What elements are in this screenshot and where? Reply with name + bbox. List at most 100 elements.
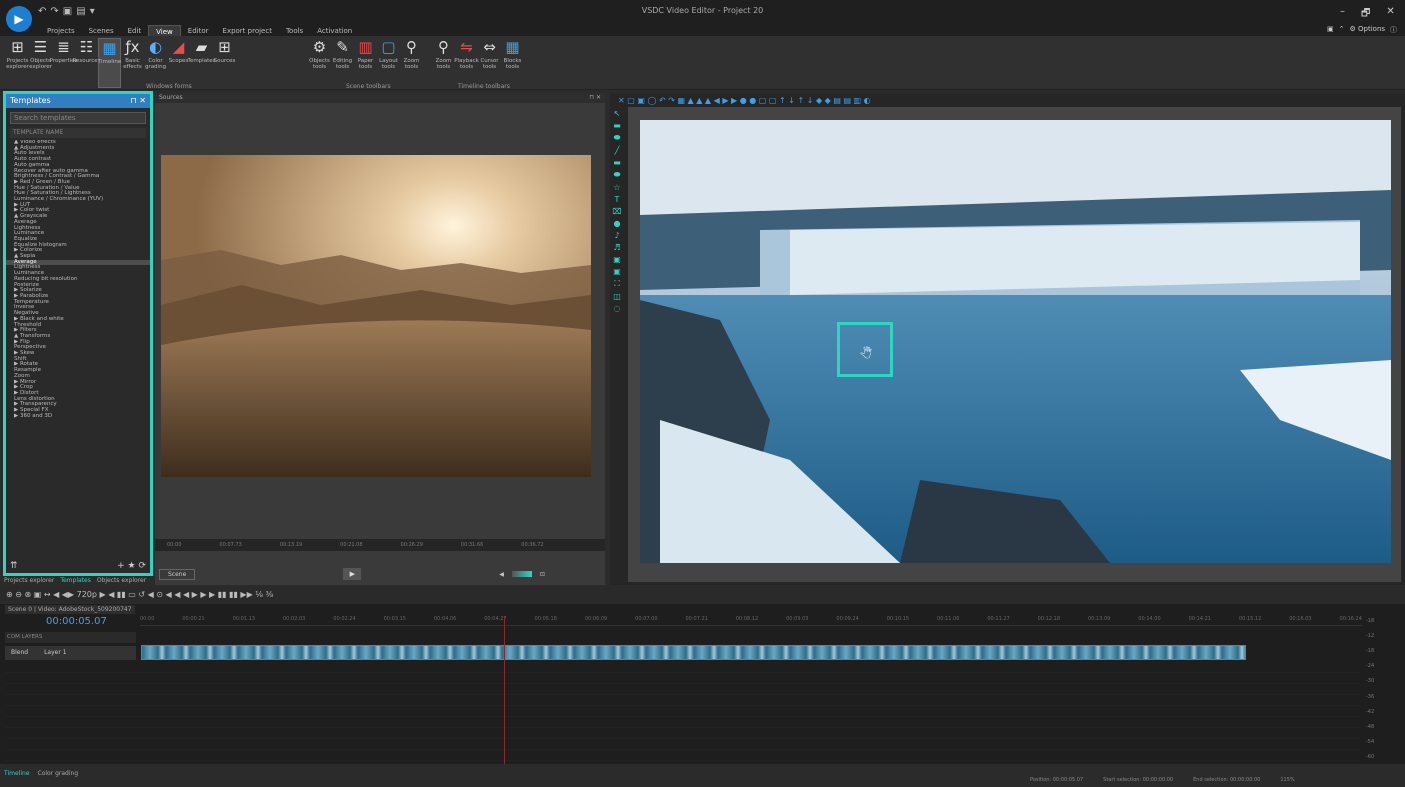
- chevron-up-icon[interactable]: ⌃: [1339, 25, 1345, 35]
- object-tool-icon[interactable]: ♪: [614, 231, 619, 240]
- editing-tools-button[interactable]: ✎ Editing tools: [331, 38, 354, 88]
- volume-slider[interactable]: [511, 571, 532, 577]
- object-tool-icon[interactable]: ▣: [613, 267, 621, 276]
- templates-button[interactable]: ▰ Templates: [187, 38, 216, 88]
- zoom-tools-button[interactable]: ⚲ Zoom tools: [400, 38, 423, 88]
- object-tool-icon[interactable]: ♬: [613, 243, 620, 252]
- add-icon[interactable]: +: [117, 561, 125, 571]
- volume-icon[interactable]: ◀: [499, 571, 504, 578]
- sources-button[interactable]: ⊞ Sources: [213, 38, 236, 88]
- pen-icon: ✎: [336, 38, 349, 56]
- object-tool-icon[interactable]: ◌: [614, 304, 621, 313]
- button-label: Templates: [187, 58, 216, 64]
- tab-timeline[interactable]: Timeline: [4, 770, 30, 777]
- playback-tools-button[interactable]: ⇋ Playback tools: [454, 38, 479, 88]
- button-label: Layout tools: [379, 58, 398, 70]
- object-tool-icon[interactable]: ▣: [613, 255, 621, 264]
- monitor-icon[interactable]: ⊡: [540, 571, 545, 578]
- playhead[interactable]: [504, 616, 505, 764]
- timecode-display: 00:00:05.07: [46, 616, 107, 627]
- tab-templates[interactable]: Templates: [60, 577, 91, 584]
- template-tree-item[interactable]: ▶ 360 and 3D: [6, 413, 150, 420]
- status-bar: Position: 00:00:05.07 Start selection: 0…: [1030, 777, 1295, 783]
- options-button[interactable]: ⚙ Options: [1350, 25, 1386, 35]
- cursor-tools-button[interactable]: ⇔ Cursor tools: [478, 38, 501, 88]
- layer-row[interactable]: Blend Layer 1: [5, 646, 136, 660]
- scene-toolbar[interactable]: ✕ ▢ ▣ ◯ ↶ ↷ ▦ ▲ ▲ ▲ ◀ ▶ ▶ ● ● ▢ ▢ ↑ ↓ ↑ …: [610, 93, 1405, 107]
- object-tool-icon[interactable]: ◫: [613, 292, 621, 301]
- template-search-input[interactable]: Search templates: [10, 112, 146, 124]
- scene-tab[interactable]: Scene 0: [8, 606, 32, 613]
- scene-editor-panel: ✕ ▢ ▣ ◯ ↶ ↷ ▦ ▲ ▲ ▲ ◀ ▶ ▶ ● ● ▢ ▢ ↑ ↓ ↑ …: [610, 93, 1405, 585]
- pin-close-icon[interactable]: ⊓ ✕: [131, 96, 147, 106]
- window-title: VSDC Video Editor - Project 20: [641, 6, 764, 15]
- refresh-icon[interactable]: ⟳: [138, 561, 146, 571]
- sources-ruler[interactable]: 00:00 00:07.73 00:13.19 00:21.08 00:26.2…: [155, 539, 605, 551]
- video-clip[interactable]: [141, 645, 1246, 660]
- object-tool-icon[interactable]: ⬬: [614, 133, 621, 143]
- button-label: Editing tools: [332, 58, 353, 70]
- timeline-tracks[interactable]: [5, 662, 1360, 762]
- collapse-icon[interactable]: ⇈: [10, 561, 18, 571]
- timeline-ruler-tick: 00:02.24: [333, 616, 356, 622]
- object-tool-icon[interactable]: ⛶: [614, 279, 620, 289]
- star-icon[interactable]: ★: [128, 561, 136, 571]
- close-button[interactable]: ✕: [1386, 6, 1394, 23]
- scene-dropdown[interactable]: Scene: [159, 568, 196, 580]
- playback-icon: ⇋: [460, 38, 473, 56]
- timeline-panel: Scene 0 | Video: AdobeStock_509200747 00…: [0, 604, 1405, 764]
- resources-button[interactable]: ☷ Resources: [72, 38, 100, 88]
- composition-row: COM LAYERS: [5, 632, 136, 643]
- timeline-icon: ▦: [102, 39, 117, 57]
- templates-panel: Templates ⊓ ✕ Search templates TEMPLATE …: [3, 91, 153, 576]
- maximize-button[interactable]: 🗗: [1361, 6, 1370, 23]
- object-tool-icon[interactable]: ↖: [614, 109, 621, 118]
- blocks-tools-button[interactable]: ▦ Blocks tools: [501, 38, 524, 88]
- color-grading-button[interactable]: ◐ Color grading: [144, 38, 167, 88]
- paper-tools-button[interactable]: ▥ Paper tools: [354, 38, 377, 88]
- tab-color-grading[interactable]: Color grading: [38, 770, 79, 777]
- timeline-button[interactable]: ▦ Timeline: [98, 38, 121, 88]
- timeline-ruler-tick: 00:03.15: [383, 616, 406, 622]
- help-icon[interactable]: ⓘ: [1390, 25, 1397, 35]
- object-tool-icon[interactable]: ▬: [613, 158, 621, 167]
- color-grading-icon: ◐: [148, 38, 163, 56]
- object-tool-icon[interactable]: ╱: [615, 146, 620, 155]
- projects-explorer-button[interactable]: ⊞ Projects explorer: [6, 38, 29, 88]
- tab-projects-explorer[interactable]: Projects explorer: [4, 577, 54, 584]
- templates-footer: ⇈ + ★ ⟳: [10, 561, 146, 571]
- object-tool-icon[interactable]: ▬: [613, 121, 621, 130]
- timeline-zoom-tools-button[interactable]: ⚲ Zoom tools: [432, 38, 455, 88]
- timeline-ruler-tick: 00:01.13: [232, 616, 256, 622]
- timeline-ruler-tick: 00:09.24: [836, 616, 859, 622]
- objects-tools-button[interactable]: ⚙ Objects tools: [308, 38, 331, 88]
- object-tool-icon[interactable]: ☆: [613, 183, 620, 192]
- pin-close-icon[interactable]: ⊓ ✕: [589, 94, 601, 102]
- vu-scale-label: -18: [1366, 618, 1375, 624]
- objects-explorer-button[interactable]: ☰ Objects explorer: [29, 38, 52, 88]
- tab-objects-explorer[interactable]: Objects explorer: [97, 577, 146, 584]
- scene-toolbars-group: ⚙ Objects tools ✎ Editing tools ▥ Paper too…: [308, 38, 423, 91]
- template-name-column-header[interactable]: TEMPLATE NAME: [10, 128, 146, 138]
- object-tool-icon[interactable]: ⌧: [612, 207, 621, 216]
- button-label: Blocks tools: [503, 58, 522, 70]
- blend-mode-dropdown[interactable]: Blend: [11, 649, 28, 657]
- button-label: Objects tools: [309, 58, 330, 70]
- object-tool-icon[interactable]: ⬬: [614, 170, 621, 180]
- layout-tools-button[interactable]: ▢ Layout tools: [377, 38, 400, 88]
- clip-tab[interactable]: Video: AdobeStock_509200747: [38, 606, 132, 613]
- objects-toolbar: ↖ ▬ ⬬ ╱ ▬ ⬬ ☆ T ⌧ ● ♪ ♬ ▣ ▣ ⛶ ◫ ◌: [610, 109, 624, 349]
- object-tool-icon[interactable]: T: [615, 195, 620, 204]
- timeline-ruler-tick: 00:09.03: [786, 616, 809, 622]
- basic-effects-button[interactable]: ƒx Basic effects: [121, 38, 144, 88]
- button-label: Paper tools: [357, 58, 374, 70]
- layout-icon[interactable]: ▣: [1327, 25, 1334, 35]
- scene-canvas[interactable]: 🖑: [628, 107, 1401, 582]
- timeline-ruler-tick: 00:05.18: [534, 616, 557, 622]
- timeline-ruler-tick: 00:14.00: [1138, 616, 1161, 622]
- minimize-button[interactable]: –: [1340, 6, 1345, 23]
- timeline-toolbar[interactable]: ⊕ ⊖ ⊗ ▣ ↔ ◀ ◀▶ 720p ▶ ◀ ▮▮ ▭ ↺ ◀ ⊙ ◀ ◀ ◀…: [0, 586, 1405, 602]
- timeline-ruler[interactable]: 00:00 00:00.21 00:01.13 00:02.03 00:02.24 00:…: [140, 616, 1362, 626]
- object-tool-icon[interactable]: ●: [614, 219, 621, 228]
- play-button[interactable]: ▶: [343, 568, 362, 580]
